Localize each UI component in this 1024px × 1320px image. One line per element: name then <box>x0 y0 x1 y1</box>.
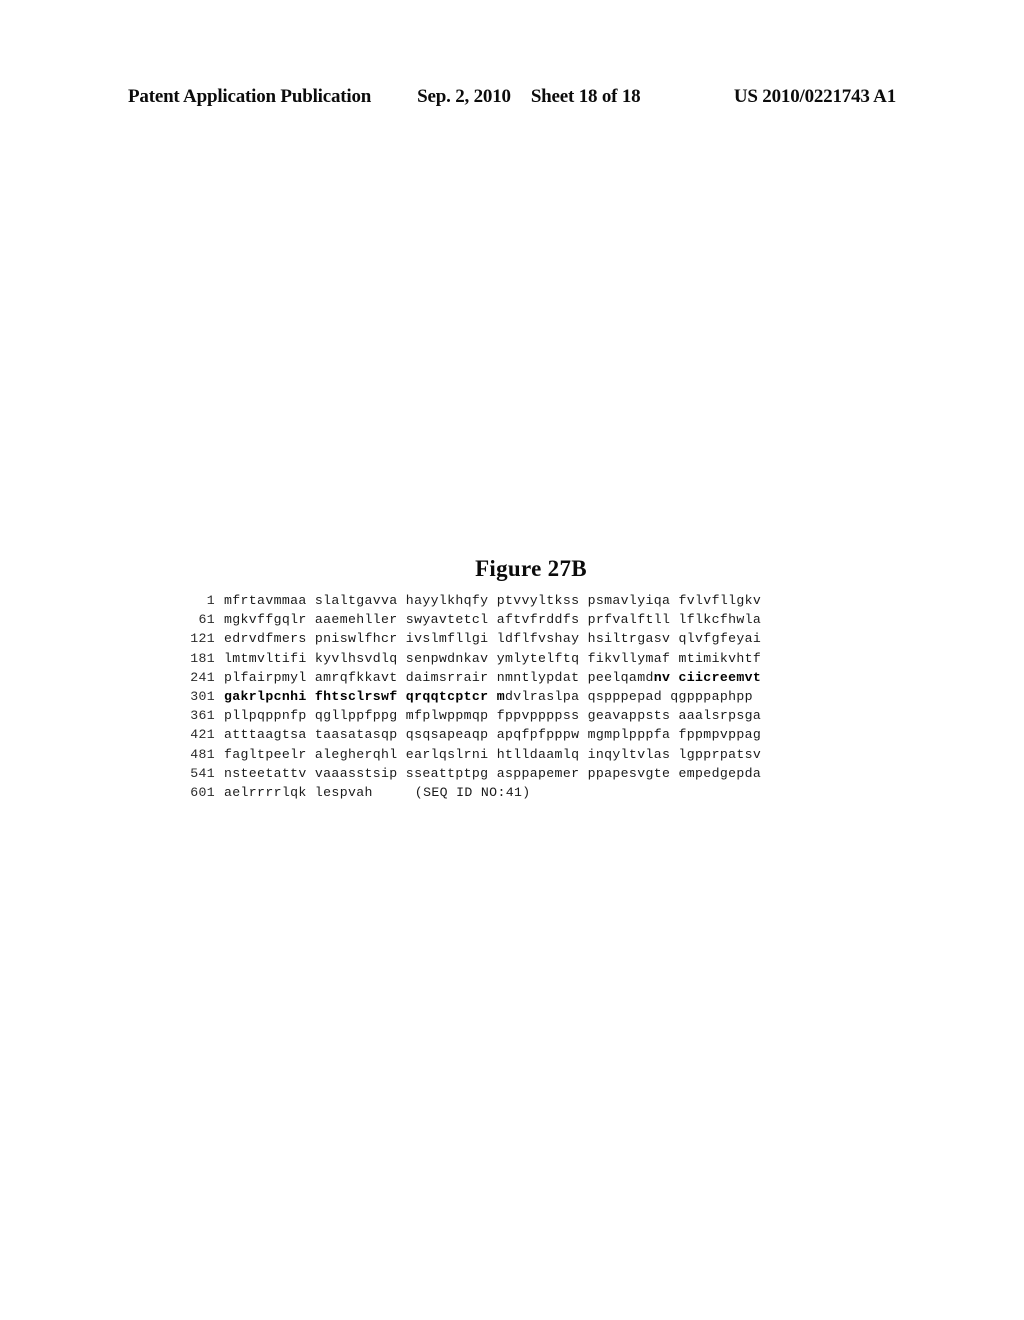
sequence-listing: 1 mfrtavmmaa slaltgavva hayylkhqfy ptvvyl… <box>171 591 853 802</box>
figure-block: Figure 27B 1 mfrtavmmaa slaltgavva hayylk… <box>0 556 1024 802</box>
sequence-row-index: 481 <box>190 746 215 762</box>
sequence-segment-plain: edrvdfmers pniswlfhcr ivslmfllgi ldflfvs… <box>224 631 762 647</box>
sequence-segment-plain: aelrrrrlqk lespvah <box>224 785 373 801</box>
page-header: Patent Application Publication Sep. 2, 2… <box>128 86 896 108</box>
sequence-segment-plain: mfrtavmmaa slaltgavva hayylkhqfy ptvvylt… <box>224 593 762 608</box>
sequence-row-index: 1 <box>206 593 215 608</box>
sequence-row-index: 361 <box>190 708 215 724</box>
sequence-row: 181 lmtmvltifi kyvlhsvdlq senpwdnkav ymly… <box>181 649 853 668</box>
publication-label: Patent Application Publication <box>128 86 372 107</box>
sequence-segment-plain: pllpqppnfp qgllppfppg mfplwppmqp fppvppp… <box>224 708 762 724</box>
sequence-row-index: 601 <box>190 785 215 801</box>
sequence-row: 361 pllpqppnfp qgllppfppg mfplwppmqp fppv… <box>181 706 853 725</box>
sequence-row-index: 541 <box>190 765 215 781</box>
sequence-row: 61 mgkvffgqlr aaemehller swyavtetcl aftvf… <box>181 610 853 629</box>
sequence-row-residues: aelrrrrlqk lespvah (SEQ ID NO:41) <box>215 783 853 802</box>
sequence-row: 481 fagltpeelr alegherqhl earlqslrni htll… <box>181 745 853 764</box>
sequence-segment-bold: gakrlpcnhi fhtsclrswf qrqqtcptcr m <box>224 689 505 705</box>
seq-id-note: (SEQ ID NO:41) <box>381 785 531 801</box>
sequence-segment-plain: dvlraslpa qspppepad qgpppaphpp <box>504 689 753 705</box>
document-number: US 2010/0221743 A1 <box>733 86 896 107</box>
sequence-row-index: 61 <box>198 612 215 628</box>
sequence-row-index: 301 <box>190 689 215 705</box>
sequence-row-residues: nsteetattv vaaasstsip sseattptpg asppape… <box>215 764 853 783</box>
sequence-row: 121 edrvdfmers pniswlfhcr ivslmfllgi ldfl… <box>181 629 853 648</box>
sequence-row-index: 121 <box>190 631 215 647</box>
sheet-number: Sheet 18 of 18 <box>530 86 641 107</box>
sequence-row-residues: fagltpeelr alegherqhl earlqslrni htlldaa… <box>215 745 853 764</box>
sequence-row-index: 421 <box>190 727 215 743</box>
sequence-row: 1 mfrtavmmaa slaltgavva hayylkhqfy ptvvyl… <box>181 591 853 610</box>
figure-title: Figure 27B <box>475 556 587 581</box>
sequence-segment-plain: atttaagtsa taasatasqp qsqsapeaqp apqfpfp… <box>224 727 762 743</box>
sequence-row-index: 181 <box>190 650 215 666</box>
sequence-row: 421 atttaagtsa taasatasqp qsqsapeaqp apqf… <box>181 725 853 744</box>
sequence-row-index: 241 <box>190 669 215 685</box>
sequence-row-residues: pllpqppnfp qgllppfppg mfplwppmqp fppvppp… <box>215 706 853 725</box>
sequence-row: 241 plfairpmyl amrqfkkavt daimsrrair nmnt… <box>181 668 853 687</box>
sequence-row: 301 gakrlpcnhi fhtsclrswf qrqqtcptcr mdvl… <box>181 687 853 706</box>
sequence-segment-bold: nv ciicreemvt <box>653 669 762 685</box>
sequence-row-residues: mfrtavmmaa slaltgavva hayylkhqfy ptvvylt… <box>215 591 853 610</box>
sequence-row-residues: lmtmvltifi kyvlhsvdlq senpwdnkav ymlytel… <box>215 649 853 668</box>
sequence-row-residues: gakrlpcnhi fhtsclrswf qrqqtcptcr mdvlras… <box>215 687 853 706</box>
sequence-row-residues: edrvdfmers pniswlfhcr ivslmfllgi ldflfvs… <box>215 629 853 648</box>
sequence-row: 541 nsteetattv vaaasstsip sseattptpg aspp… <box>181 764 853 783</box>
sequence-segment-plain: plfairpmyl amrqfkkavt daimsrrair nmntlyp… <box>224 669 654 685</box>
sequence-row-residues: mgkvffgqlr aaemehller swyavtetcl aftvfrd… <box>215 610 853 629</box>
sequence-row-residues: atttaagtsa taasatasqp qsqsapeaqp apqfpfp… <box>215 725 853 744</box>
sequence-row-residues: plfairpmyl amrqfkkavt daimsrrair nmntlyp… <box>215 668 853 687</box>
publication-date: Sep. 2, 2010 <box>417 86 511 107</box>
sequence-segment-plain: nsteetattv vaaasstsip sseattptpg asppape… <box>224 765 762 781</box>
sequence-row: 601 aelrrrrlqk lespvah (SEQ ID NO:41) <box>181 783 853 802</box>
sequence-segment-plain: mgkvffgqlr aaemehller swyavtetcl aftvfrd… <box>224 612 762 628</box>
sequence-segment-plain: fagltpeelr alegherqhl earlqslrni htlldaa… <box>224 746 762 762</box>
sequence-segment-plain: lmtmvltifi kyvlhsvdlq senpwdnkav ymlytel… <box>224 650 762 666</box>
